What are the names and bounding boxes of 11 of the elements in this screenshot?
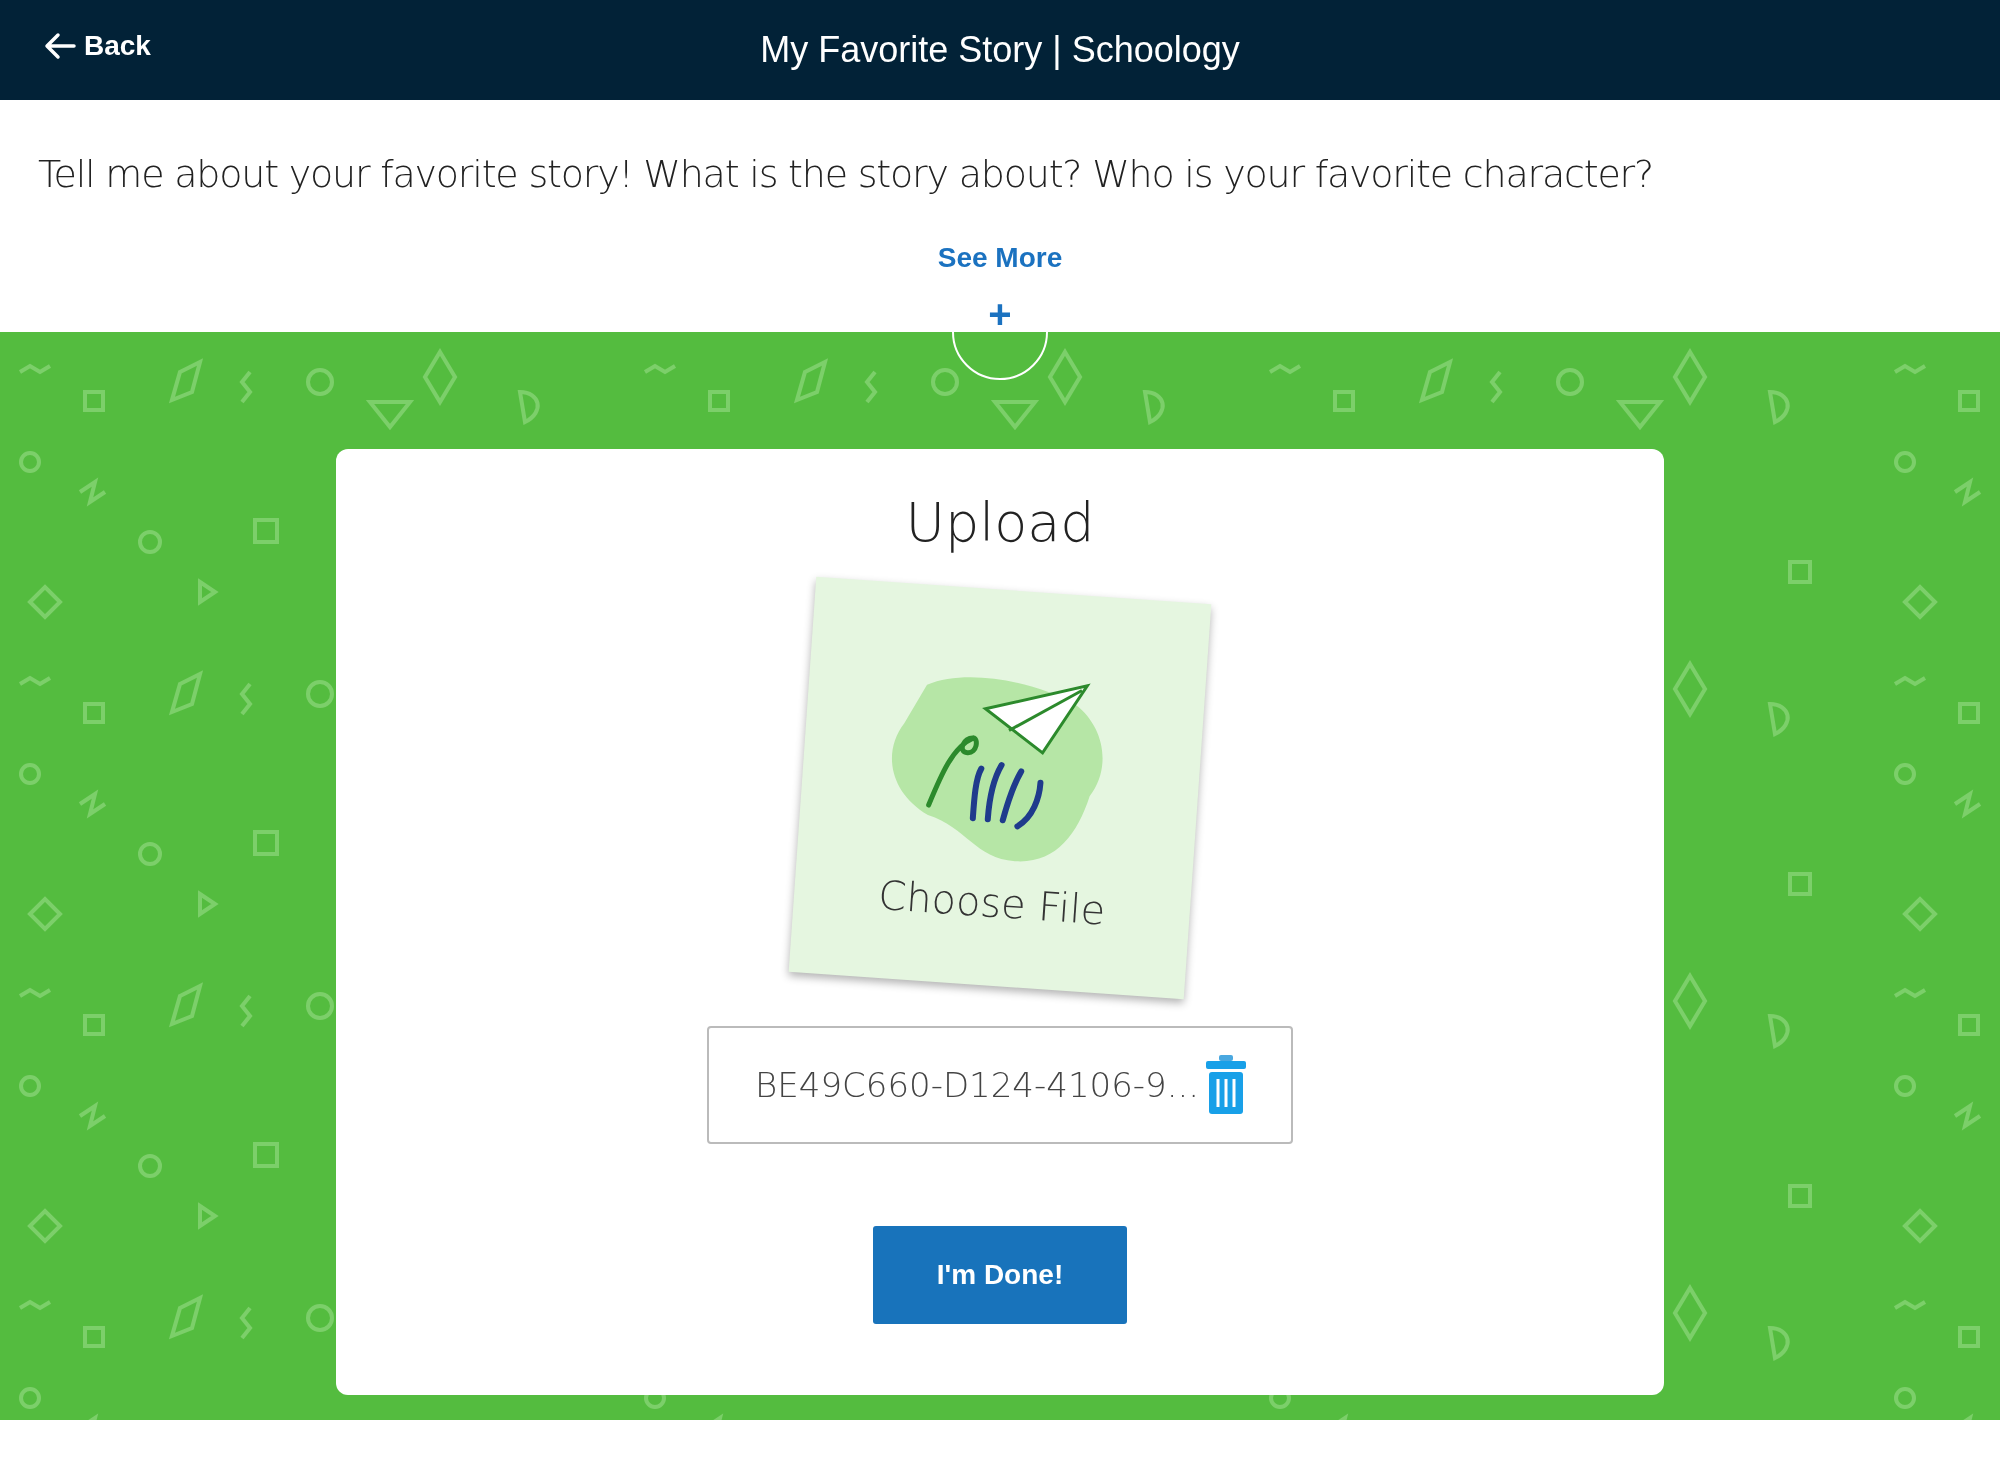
back-arrow-icon	[44, 32, 76, 60]
prompt-text: Tell me about your favorite story! What is the story about? Who is your favorite character?	[38, 152, 1653, 196]
delete-icon[interactable]	[1205, 1055, 1247, 1115]
done-button[interactable]: I'm Done!	[873, 1226, 1127, 1324]
file-name-field[interactable]: BE49C660-D124-4106-9...	[707, 1026, 1293, 1144]
back-button[interactable]: Back	[44, 30, 151, 62]
choose-file-button[interactable]: Choose File	[788, 576, 1212, 1000]
see-more-link[interactable]: See More	[937, 242, 1063, 274]
file-name-text: BE49C660-D124-4106-9...	[755, 1065, 1200, 1105]
page-title: My Favorite Story | Schoology	[760, 29, 1240, 71]
upload-title: Upload	[905, 491, 1095, 554]
